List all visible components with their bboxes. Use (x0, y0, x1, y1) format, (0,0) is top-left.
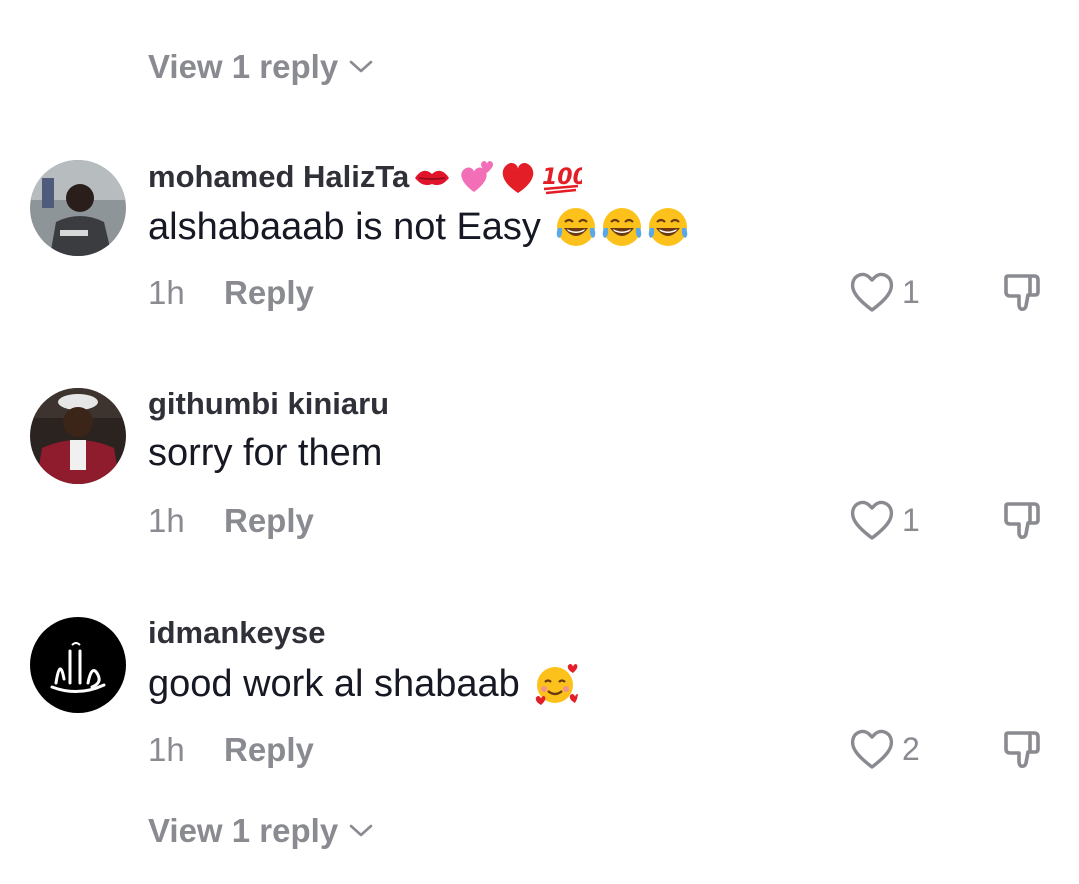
comment-text: good work al shabaab (148, 661, 578, 707)
smiling-face-with-hearts-icon (535, 664, 578, 705)
avatar[interactable] (30, 160, 126, 256)
username-text: idmankeyse (148, 615, 326, 650)
tears-of-joy-icon (556, 208, 596, 246)
comment-text: alshabaaab is not Easy (148, 204, 691, 250)
view-replies-button[interactable]: View 1 reply (148, 812, 374, 850)
thumbs-down-icon (1004, 274, 1040, 311)
avatar[interactable] (30, 617, 126, 713)
reply-button[interactable]: Reply (224, 502, 314, 540)
comment-item: mohamed HalizTa 100 alshabaaab is not Ea… (0, 158, 1079, 360)
chevron-down-icon (349, 60, 373, 73)
comment-time: 1h (148, 274, 185, 311)
comment-item: githumbi kiniaru sorry for them 1h Reply… (0, 386, 1079, 588)
chevron-down-icon (349, 824, 373, 837)
heart-outline-icon (850, 500, 894, 540)
dislike-button[interactable] (1000, 268, 1048, 316)
revolving-hearts-icon (461, 161, 494, 192)
like-button[interactable]: 1 (848, 270, 920, 314)
comment-username[interactable]: githumbi kiniaru (148, 386, 389, 422)
like-button[interactable]: 1 (848, 498, 920, 542)
comment-item: idmankeyse good work al shabaab 1h Reply… (0, 615, 1079, 817)
avatar[interactable] (30, 388, 126, 484)
like-count: 2 (902, 730, 920, 767)
like-count: 1 (902, 501, 920, 538)
comment-body: alshabaaab is not Easy (148, 205, 541, 248)
username-text: githumbi kiniaru (148, 386, 390, 421)
view-replies-button[interactable]: View 1 reply (148, 48, 374, 86)
comment-meta: 1h Reply (148, 731, 314, 769)
comment-body: good work al shabaab (148, 662, 520, 705)
kiss-mark-icon (415, 170, 450, 186)
hundred-points-icon: 100 (542, 165, 582, 195)
like-button[interactable]: 2 (848, 727, 920, 771)
thumbs-down-icon (1004, 502, 1040, 539)
dislike-button[interactable] (1000, 496, 1048, 544)
red-heart-icon (502, 162, 534, 193)
like-count: 1 (902, 273, 920, 310)
comment-meta: 1h Reply (148, 502, 314, 540)
comment-meta: 1h Reply (148, 274, 314, 312)
thumbs-down-icon (1004, 731, 1040, 768)
comment-username[interactable]: idmankeyse (148, 615, 326, 651)
tears-of-joy-icon (648, 208, 688, 246)
comment-time: 1h (148, 502, 185, 539)
view-replies-label: View 1 reply (148, 812, 339, 849)
reply-button[interactable]: Reply (224, 731, 314, 769)
username-text: mohamed HalizTa (148, 159, 410, 194)
reply-button[interactable]: Reply (224, 274, 314, 312)
comment-text: sorry for them (148, 432, 382, 475)
heart-outline-icon (850, 729, 894, 769)
heart-outline-icon (850, 272, 894, 312)
tears-of-joy-icon (602, 208, 642, 246)
comment-body: sorry for them (148, 432, 383, 474)
comment-time: 1h (148, 731, 185, 768)
dislike-button[interactable] (1000, 725, 1048, 773)
comment-username[interactable]: mohamed HalizTa 100 (148, 158, 582, 196)
view-replies-label: View 1 reply (148, 48, 339, 85)
